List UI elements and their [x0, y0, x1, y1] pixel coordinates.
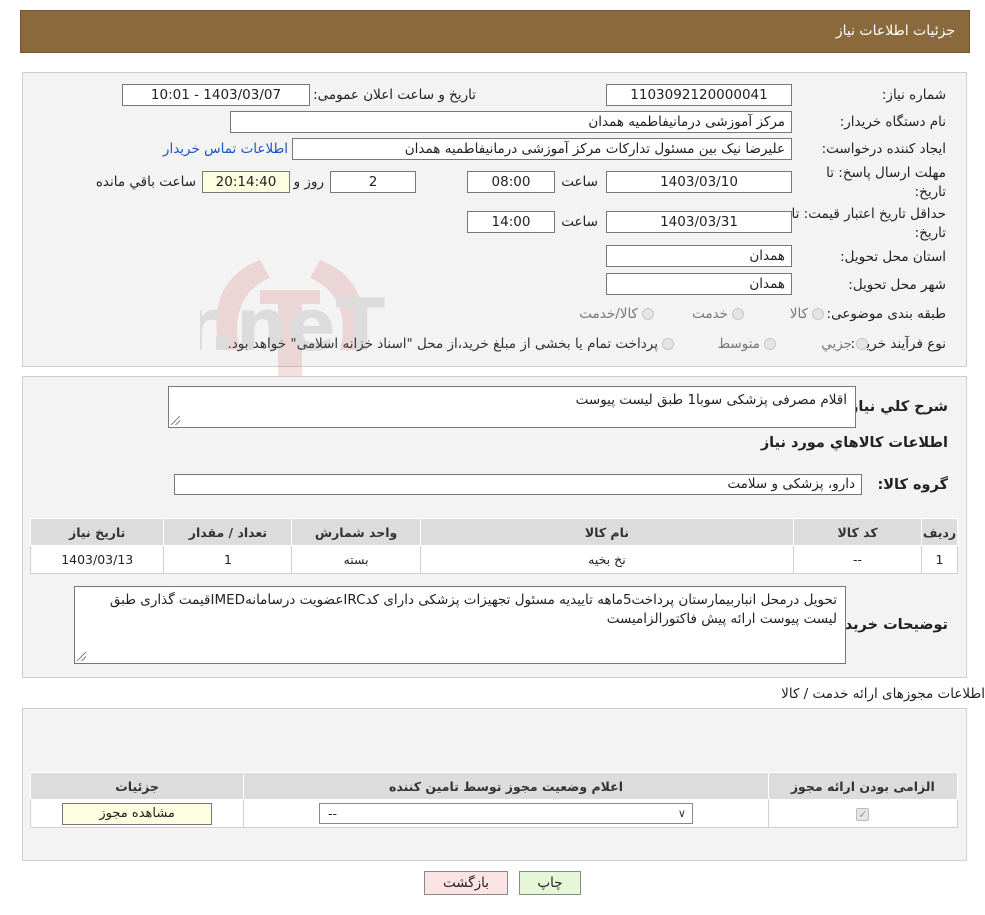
- deadline-date-field: 1403/03/10: [606, 171, 792, 193]
- description-label: شرح كلي نياز:: [844, 399, 948, 415]
- need-number-field: 1103092120000041: [606, 84, 792, 106]
- goods-info-title: اطلاعات كالاهاي مورد نياز: [760, 435, 948, 451]
- cell-date: 1403/03/13: [29, 545, 165, 574]
- category-radio-goods-service[interactable]: [642, 308, 654, 320]
- announce-label: تاریخ و ساعت اعلان عمومی:: [313, 87, 476, 103]
- page-title: جزئیات اطلاعات نیاز: [835, 23, 955, 39]
- city-field: همدان: [606, 273, 792, 295]
- need-number-label: شماره نیاز:: [881, 87, 946, 103]
- cell-permit-required: ✓: [767, 799, 959, 828]
- cell-permit-details: مشاهده مجوز: [29, 799, 245, 828]
- need-info-panel: شماره نیاز: 1103092120000041 تاریخ و ساع…: [22, 72, 967, 367]
- validity-label-date: تاریخ:: [914, 225, 946, 241]
- province-label: استان محل تحویل:: [840, 249, 946, 265]
- chevron-down-icon: ∨: [677, 807, 686, 820]
- city-label: شهر محل تحویل:: [848, 277, 946, 293]
- back-button[interactable]: بازگشت: [424, 871, 508, 895]
- creator-field: علیرضا نیک بین مسئول تدارکات مرکز آموزشی…: [292, 138, 792, 160]
- remaining-time-field: 20:14:40: [202, 171, 290, 193]
- col-row: رديف: [921, 518, 958, 546]
- resize-grip-icon[interactable]: [77, 652, 86, 661]
- col-unit: واحد شمارش: [291, 518, 421, 546]
- category-option-service: خدمت: [692, 306, 728, 322]
- col-permit-details: جزئیات: [29, 772, 245, 800]
- deadline-label: مهلت ارسال پاسخ: تا: [826, 165, 946, 181]
- category-radio-goods[interactable]: [812, 308, 824, 320]
- permits-panel: الزامی بودن ارائه مجوز اعلام وضعیت مجوز …: [22, 708, 967, 861]
- checkbox-checked-icon[interactable]: ✓: [856, 808, 870, 821]
- description-textarea[interactable]: اقلام مصرفی پزشکی سوبا1 طبق لیست پیوست: [168, 386, 856, 428]
- process-note: پرداخت تمام یا بخشی از مبلغ خرید،از محل …: [227, 336, 658, 352]
- permits-table: الزامی بودن ارائه مجوز اعلام وضعیت مجوز …: [29, 772, 959, 828]
- col-code: كد كالا: [793, 518, 923, 546]
- description-text: اقلام مصرفی پزشکی سوبا1 طبق لیست پیوست: [575, 392, 847, 408]
- view-permit-button[interactable]: مشاهده مجوز: [62, 802, 213, 825]
- process-option-medium: متوسط: [717, 336, 760, 352]
- buyer-notes-textarea[interactable]: تحویل درمحل انباربیمارستان پرداخت5ماهه ت…: [74, 586, 846, 664]
- col-name: نام كالا: [419, 518, 795, 546]
- cell-qty: 1: [163, 545, 293, 574]
- permits-title: اطلاعات مجوزهای ارائه خدمت / کالا: [781, 686, 985, 702]
- validity-date-field: 1403/03/31: [606, 211, 792, 233]
- buyer-org-field: مرکز آموزشی درمانیفاطمیه همدان: [230, 111, 792, 133]
- category-option-goods-service: کالا/خدمت: [579, 306, 638, 322]
- resize-grip-icon[interactable]: [171, 416, 180, 425]
- creator-label: ایجاد کننده درخواست:: [821, 141, 946, 157]
- deadline-label-date: تاریخ:: [914, 184, 946, 200]
- goods-table-header: رديف كد كالا نام كالا واحد شمارش تعداد /…: [29, 518, 958, 546]
- validity-time-field: 14:00: [467, 211, 555, 233]
- print-button[interactable]: چاپ: [519, 871, 581, 895]
- permits-table-header: الزامی بودن ارائه مجوز اعلام وضعیت مجوز …: [29, 772, 959, 800]
- days-field: 2: [330, 171, 416, 193]
- process-radio-treasury[interactable]: [662, 338, 674, 350]
- remaining-label: ساعت باقي مانده: [95, 174, 196, 190]
- goods-group-field: دارو، پزشکی و سلامت: [174, 474, 862, 495]
- table-row: 1 -- نخ بخیه بسته 1 1403/03/13: [29, 545, 958, 574]
- process-radio-partial[interactable]: [856, 338, 868, 350]
- buyer-notes-text: تحویل درمحل انباربیمارستان پرداخت5ماهه ت…: [109, 592, 837, 627]
- deadline-time-field: 08:00: [467, 171, 555, 193]
- table-row: ✓ -- ∨ مشاهده مجوز: [29, 799, 959, 828]
- category-label: طبقه بندی موضوعی:: [826, 306, 946, 322]
- cell-permit-status: -- ∨: [243, 799, 769, 828]
- goods-group-label: گروه كالا:: [877, 477, 948, 493]
- category-option-goods: کالا: [789, 306, 808, 322]
- col-permit-required: الزامی بودن ارائه مجوز: [767, 772, 959, 800]
- permit-status-value: --: [327, 806, 337, 821]
- cell-code: --: [793, 545, 923, 574]
- buyer-contact-link[interactable]: اطلاعات تماس خریدار: [163, 141, 288, 157]
- deadline-time-label: ساعت: [561, 174, 598, 190]
- goods-table: رديف كد كالا نام كالا واحد شمارش تعداد /…: [29, 518, 958, 574]
- validity-label: حداقل تاریخ اعتبار قیمت: تا: [791, 206, 946, 222]
- col-qty: تعداد / مقدار: [163, 518, 293, 546]
- process-option-partial: جزيي: [821, 336, 852, 352]
- cell-unit: بسته: [291, 545, 421, 574]
- days-label: روز و: [293, 174, 324, 190]
- category-radio-service[interactable]: [732, 308, 744, 320]
- validity-time-label: ساعت: [561, 214, 598, 230]
- cell-name: نخ بخیه: [419, 545, 795, 574]
- announce-field: 1403/03/07 - 10:01: [122, 84, 310, 106]
- page-header: جزئیات اطلاعات نیاز: [20, 10, 970, 53]
- col-permit-status: اعلام وضعیت مجوز توسط تامین کننده: [243, 772, 769, 800]
- description-panel: شرح كلي نياز: اقلام مصرفی پزشکی سوبا1 طب…: [22, 376, 967, 678]
- col-date: تاريخ نياز: [29, 518, 165, 546]
- buyer-org-label: نام دستگاه خریدار:: [839, 114, 946, 130]
- cell-row: 1: [921, 545, 958, 574]
- permit-status-select[interactable]: -- ∨: [318, 803, 693, 824]
- process-radio-medium[interactable]: [764, 338, 776, 350]
- province-field: همدان: [606, 245, 792, 267]
